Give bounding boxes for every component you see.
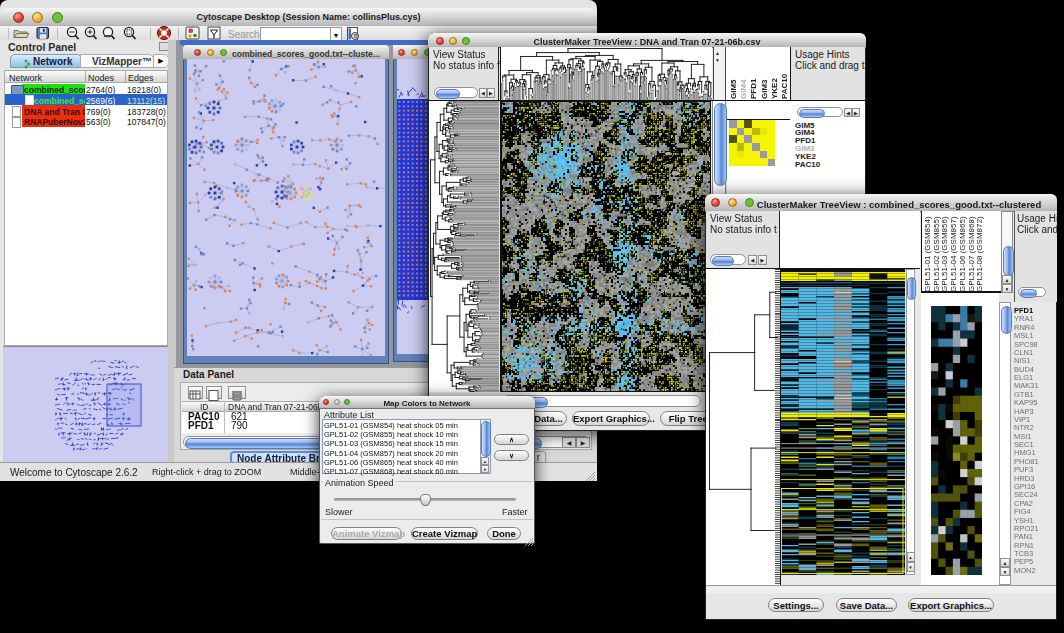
svg-text:B: B [354, 33, 358, 39]
